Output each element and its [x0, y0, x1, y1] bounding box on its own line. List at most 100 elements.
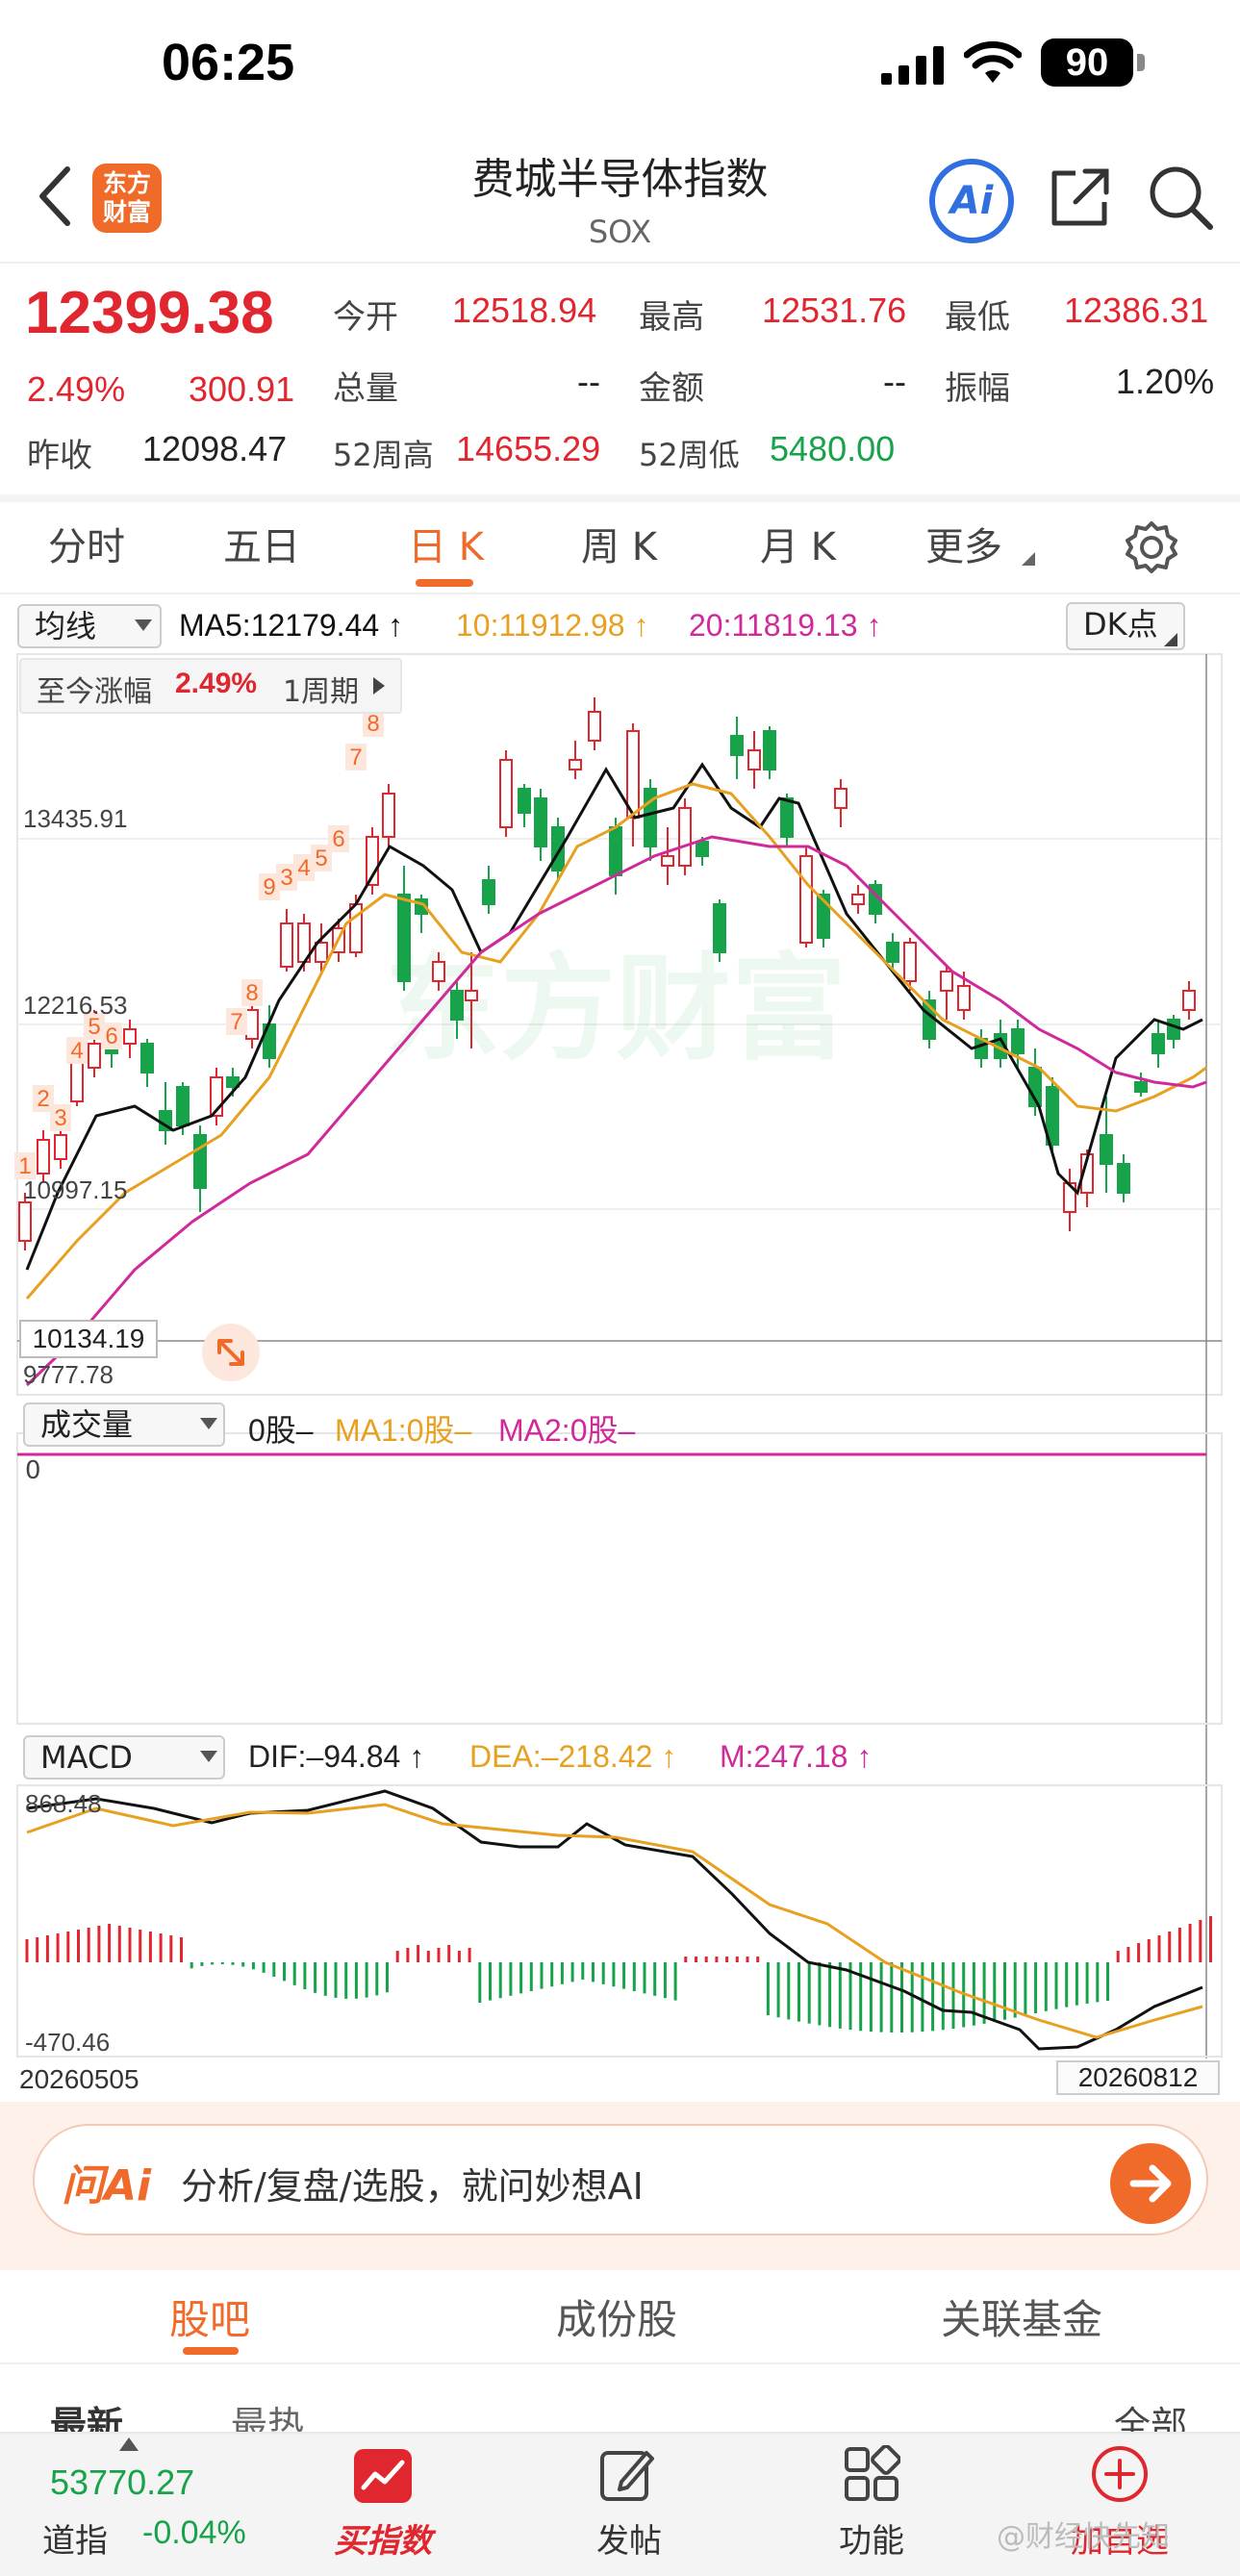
candle-body — [730, 735, 744, 756]
candle-body — [123, 1028, 137, 1045]
nav-index-name[interactable]: 道指 — [42, 2514, 108, 2562]
weibo-watermark: @财经快先知 — [997, 2520, 1170, 2554]
candle-body — [886, 942, 899, 963]
candle-body — [450, 990, 464, 1021]
candle-body — [88, 1043, 101, 1069]
volume-value: 0股– — [248, 1413, 314, 1448]
amount-label: 金额 — [639, 369, 704, 408]
period-arrow-icon — [373, 677, 385, 695]
w52-high-label: 52周高 — [333, 437, 434, 473]
candle-body — [245, 1009, 259, 1040]
status-time: 06:25 — [162, 34, 295, 91]
nav-functions-label[interactable]: 功能 — [814, 2514, 929, 2562]
y-axis-label-mid: 12216.53 — [23, 991, 128, 1020]
w52-low-label: 52周低 — [639, 437, 740, 473]
amplitude-value: 1.20% — [1116, 362, 1215, 401]
volume-value: -- — [577, 362, 600, 401]
ask-ai-submit-button[interactable] — [1110, 2143, 1191, 2224]
high-value: 12531.76 — [762, 290, 907, 330]
w52-high-value: 14655.29 — [456, 429, 601, 468]
tab-constituents[interactable]: 成份股 — [556, 2287, 677, 2346]
nav-index-change[interactable]: -0.04% — [142, 2514, 246, 2552]
date-start: 20260505 — [19, 2064, 139, 2094]
volume-selector[interactable]: 成交量 — [23, 1402, 225, 1447]
nav-post-label[interactable]: 发帖 — [571, 2514, 687, 2562]
candle-body — [1100, 1134, 1113, 1165]
candle-body — [54, 1134, 67, 1160]
candle-body — [661, 855, 674, 867]
header-divider — [0, 262, 1240, 264]
macd-dea: DEA:–218.42 ↑ — [469, 1739, 677, 1774]
macd-m: M:247.18 ↑ — [720, 1739, 873, 1774]
candle-body — [465, 990, 478, 1001]
change-since-value: 2.49% — [175, 668, 258, 699]
open-label: 今开 — [333, 298, 398, 337]
add-watchlist-icon[interactable] — [1089, 2443, 1151, 2505]
low-label: 最低 — [945, 298, 1010, 337]
candle-body — [834, 788, 848, 809]
nav-buy-label[interactable]: 买指数 — [325, 2514, 441, 2562]
macd-axis-top: 868.48 — [25, 1789, 102, 1818]
candle-body — [1151, 1033, 1165, 1054]
candle-body — [903, 942, 917, 982]
expand-chart-button[interactable] — [202, 1324, 260, 1381]
share-icon[interactable] — [1049, 165, 1112, 229]
macd-dif: DIF:–94.84 ↑ — [248, 1739, 425, 1774]
kline-chart[interactable]: 东方财富 12345 6789 3 4 5678 — [0, 596, 1240, 2097]
candle-body — [569, 759, 582, 770]
low-value: 12386.31 — [1064, 290, 1209, 330]
sequence-marker: 7 — [349, 745, 362, 770]
volume-selector-label: 成交量 — [40, 1406, 134, 1443]
search-icon[interactable] — [1147, 164, 1214, 231]
amplitude-label: 振幅 — [945, 369, 1010, 408]
macd-selector[interactable]: MACD — [23, 1735, 225, 1780]
candle-body — [534, 797, 547, 847]
battery-tip — [1137, 54, 1145, 71]
candle-body — [678, 807, 692, 867]
sequence-marker: 9 — [263, 874, 275, 900]
nav-index-value[interactable]: 53770.27 — [50, 2462, 194, 2503]
tab-five-day[interactable]: 五日 — [223, 516, 300, 571]
tab-guba[interactable]: 股吧 — [169, 2287, 250, 2346]
change-absolute: 300.91 — [189, 369, 295, 409]
macd-selector-caret-icon — [200, 1751, 217, 1762]
cellular-signal-icon — [881, 46, 944, 85]
sequence-marker: 4 — [297, 855, 310, 881]
tab-weekly-k[interactable]: 周 K — [581, 516, 657, 571]
macd-histogram — [25, 1916, 1212, 2033]
candle-body — [518, 788, 531, 814]
battery-icon: 90 — [1041, 38, 1133, 87]
change-period-label: 1周期 — [283, 675, 360, 709]
date-end: 20260812 — [1056, 2060, 1220, 2095]
post-edit-icon[interactable] — [598, 2445, 656, 2503]
tab-daily-k[interactable]: 日 K — [408, 516, 484, 571]
tab-intraday[interactable]: 分时 — [48, 516, 125, 571]
tab-more[interactable]: 更多 — [925, 516, 1002, 571]
active-tab-indicator — [416, 579, 473, 587]
sequence-marker: 3 — [54, 1105, 66, 1131]
candle-body — [280, 922, 293, 968]
functions-grid-icon[interactable] — [843, 2445, 900, 2503]
tabs-divider — [0, 593, 1240, 594]
volume-selector-caret-icon — [200, 1418, 217, 1429]
sequence-marker: 5 — [315, 846, 327, 871]
nav-up-caret-icon — [119, 2437, 139, 2451]
candle-body — [713, 903, 726, 953]
tab-related-funds[interactable]: 关联基金 — [941, 2287, 1102, 2346]
buy-index-icon[interactable] — [352, 2447, 414, 2505]
tab-monthly-k[interactable]: 月 K — [760, 516, 836, 571]
y-axis-label-top: 13435.91 — [23, 804, 128, 833]
candle-body — [763, 730, 776, 770]
volume-ma2: MA2:0股– — [498, 1413, 636, 1448]
macd-axis-bottom: -470.46 — [25, 2028, 111, 2057]
volume-axis-zero: 0 — [25, 1456, 41, 1485]
change-since-label: 至今涨幅 — [37, 675, 152, 709]
settings-gear-icon[interactable] — [1124, 519, 1179, 575]
ask-ai-placeholder[interactable]: 分析/复盘/选股，就问妙想AI — [181, 2157, 644, 2210]
candle-body — [799, 855, 813, 944]
current-price: 12399.38 — [25, 280, 274, 346]
ai-assistant-icon[interactable]: Ai — [929, 159, 1014, 243]
candle-body — [1134, 1081, 1148, 1093]
more-dropdown-icon — [1022, 552, 1035, 566]
macd-selector-label: MACD — [40, 1739, 133, 1776]
